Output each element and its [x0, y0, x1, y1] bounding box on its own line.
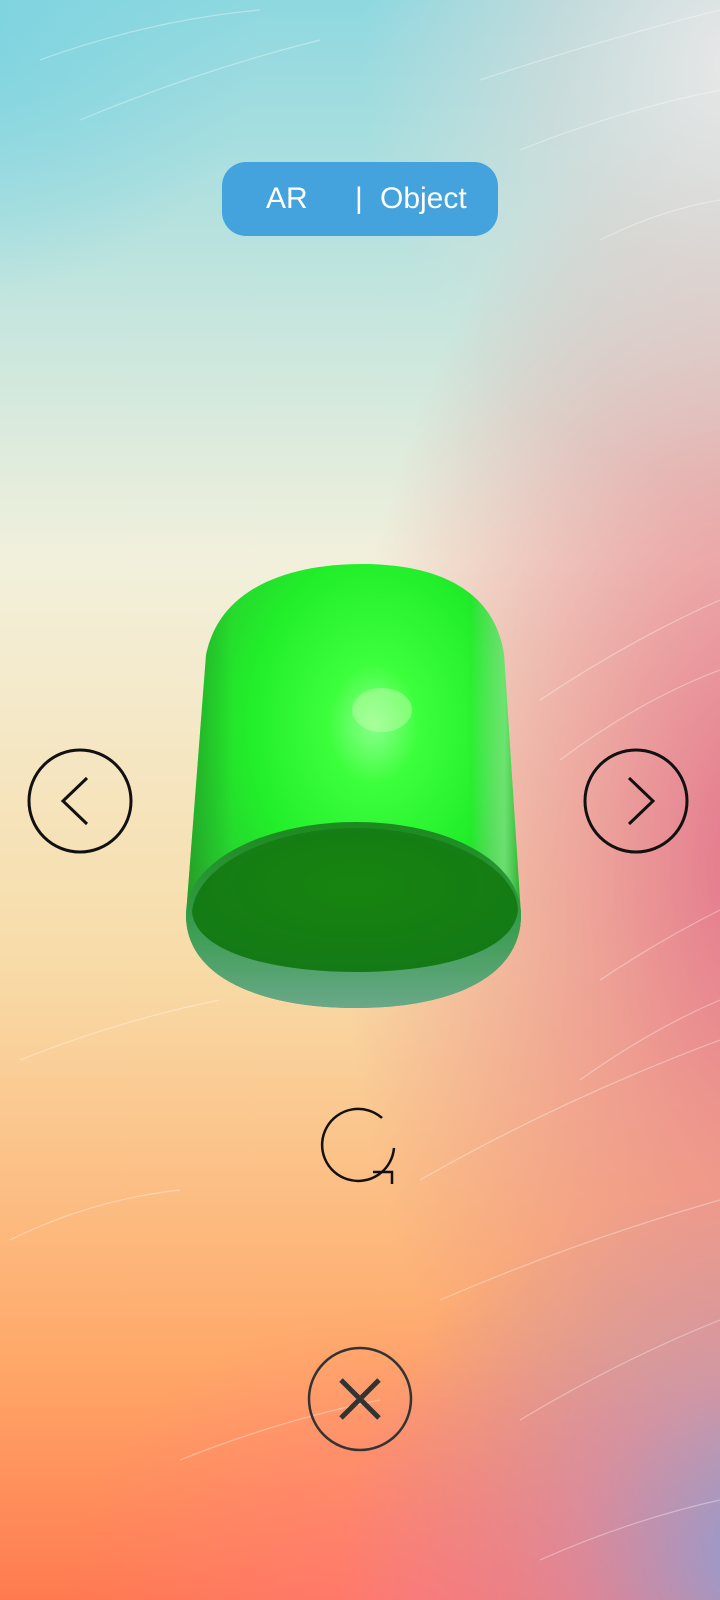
next-button[interactable] — [582, 747, 690, 855]
previous-button[interactable] — [26, 747, 134, 855]
chevron-left-icon — [27, 748, 133, 854]
object-specular-highlight — [352, 688, 412, 732]
mode-object-option[interactable]: Object — [380, 181, 467, 217]
mode-toggle: AR | Object — [222, 162, 498, 236]
rotate-icon — [320, 1107, 396, 1184]
rotate-button[interactable] — [318, 1104, 402, 1188]
chevron-right-icon — [583, 748, 689, 854]
close-icon — [307, 1346, 413, 1452]
mode-separator: | — [355, 182, 363, 215]
mode-ar-option[interactable]: AR — [266, 181, 308, 217]
close-button[interactable] — [307, 1346, 413, 1452]
3d-object-viewer[interactable] — [176, 560, 546, 1030]
